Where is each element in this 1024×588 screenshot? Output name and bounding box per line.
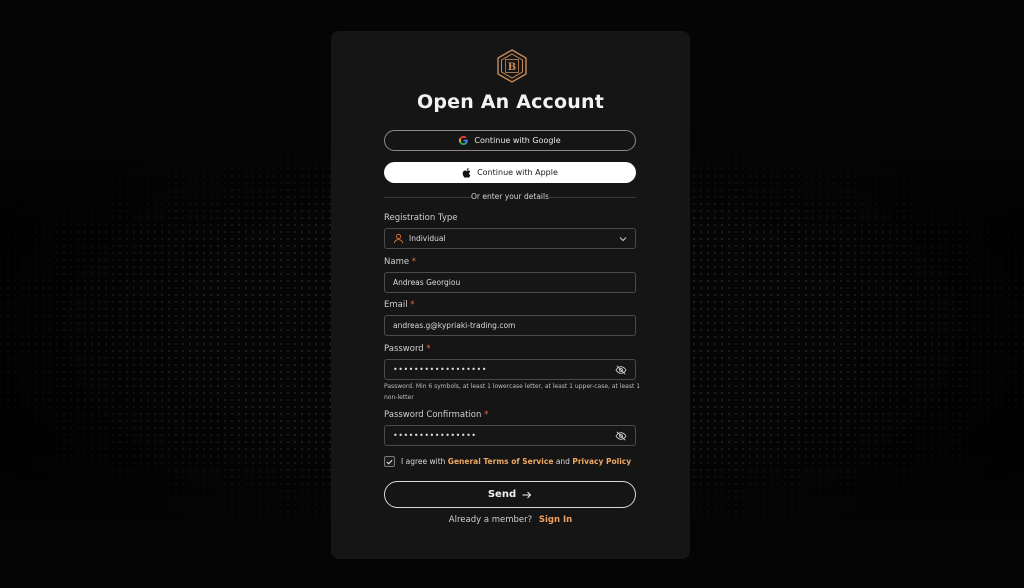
- agree-prefix: I agree with: [401, 457, 446, 466]
- password-value: ••••••••••••••••••: [393, 365, 487, 374]
- password-label: Password *: [384, 344, 431, 354]
- eye-off-icon[interactable]: [615, 431, 627, 441]
- apple-icon: [462, 167, 471, 178]
- password-field[interactable]: ••••••••••••••••••: [384, 359, 636, 380]
- send-button-label: Send: [487, 489, 517, 500]
- registration-type-label: Registration Type: [384, 213, 458, 223]
- arrow-right-icon: [522, 491, 532, 498]
- name-field[interactable]: Andreas Georgiou: [384, 272, 636, 293]
- agree-and: and: [555, 457, 570, 466]
- email-value: andreas.g@kypriaki-trading.com: [393, 321, 516, 330]
- registration-type-select[interactable]: Individual: [384, 228, 636, 249]
- eye-off-icon[interactable]: [615, 365, 627, 375]
- send-button[interactable]: Send: [384, 481, 636, 508]
- email-field[interactable]: andreas.g@kypriaki-trading.com: [384, 315, 636, 336]
- password-confirmation-value: ••••••••••••••••: [393, 431, 477, 440]
- terms-link[interactable]: General Terms of Service: [448, 457, 554, 466]
- email-label: Email *: [384, 300, 415, 310]
- agree-checkbox[interactable]: [384, 456, 395, 467]
- or-divider: Or enter your details: [384, 192, 636, 201]
- continue-with-apple-button[interactable]: Continue with Apple: [384, 162, 636, 183]
- google-button-label: Continue with Google: [474, 136, 561, 145]
- privacy-policy-link[interactable]: Privacy Policy: [572, 457, 631, 466]
- password-confirmation-label: Password Confirmation *: [384, 410, 489, 420]
- name-value: Andreas Georgiou: [393, 278, 461, 287]
- google-icon: [459, 136, 469, 145]
- already-member-text: Already a member?: [448, 515, 533, 525]
- svg-text:B: B: [508, 62, 516, 73]
- continue-with-google-button[interactable]: Continue with Google: [384, 130, 636, 151]
- sign-in-link[interactable]: Sign In: [539, 515, 572, 525]
- logo-icon: B: [497, 49, 527, 83]
- user-icon: [393, 233, 404, 244]
- chevron-down-icon: [619, 236, 627, 241]
- signin-row: Already a member? Sign In: [331, 515, 690, 525]
- password-confirmation-field[interactable]: ••••••••••••••••: [384, 425, 636, 446]
- checkmark-icon: [386, 459, 393, 464]
- page-title: Open An Account: [416, 91, 605, 113]
- password-hint: Password. Min 6 symbols, at least 1 lowe…: [384, 383, 641, 401]
- apple-button-label: Continue with Apple: [477, 168, 558, 177]
- terms-agreement: I agree with General Terms of Service an…: [384, 456, 631, 467]
- name-label: Name *: [384, 257, 417, 267]
- signup-card: B Open An Account Continue with Google C…: [331, 31, 690, 559]
- registration-type-value: Individual: [409, 234, 446, 243]
